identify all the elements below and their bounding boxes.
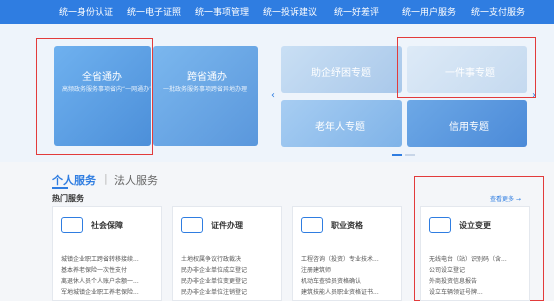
card-title: 全省通办 <box>82 72 122 83</box>
nav-evaluation[interactable]: 统一好差评 <box>334 5 379 18</box>
nav-complaint[interactable]: 统一投诉建议 <box>263 5 317 18</box>
card-subtitle: 一批政务服务事项跨省异地办理 <box>163 86 248 93</box>
carousel-indicator[interactable] <box>392 154 416 156</box>
service-link[interactable]: 无线电台（站）识别码（含... <box>429 254 507 263</box>
service-link[interactable]: 民办非企业单位成立登记 <box>181 265 247 274</box>
id-card-icon <box>181 217 203 233</box>
service-link[interactable]: 军地城镇企业职工养老保险... <box>61 287 139 296</box>
nav-identity-auth[interactable]: 统一身份认证 <box>59 5 113 18</box>
card-credit[interactable]: 信用专题 <box>407 100 527 147</box>
service-card-establish-change[interactable]: 设立变更 无线电台（站）识别码（含... 公司设立登记 外商投资信息报告 设立车… <box>420 206 530 301</box>
indicator-active[interactable] <box>392 154 402 156</box>
carousel-next-icon[interactable]: › <box>532 90 536 101</box>
card-cross-province[interactable]: 跨省通办 一批政务服务事项跨省异地办理 <box>153 46 258 146</box>
service-link[interactable]: 机动车查验员资格确认 <box>301 276 361 285</box>
nav-e-license[interactable]: 统一电子证照 <box>127 5 181 18</box>
service-link[interactable]: 建筑技能人员职业资格证书... <box>301 287 379 296</box>
card-title: 跨省通办 <box>187 72 227 83</box>
tab-personal[interactable]: 个人服务 <box>52 172 96 188</box>
service-card-social-security[interactable]: 社会保障 城镇企业职工跨省转移接续... 基本养老保险一次性支付 离退休人员个人… <box>52 206 162 301</box>
service-name: 证件办理 <box>211 221 243 230</box>
service-link[interactable]: 土地权属争议行政裁决 <box>181 254 241 263</box>
service-link[interactable]: 工程咨询（投资）专业技术... <box>301 254 379 263</box>
card-province-service[interactable]: 全省通办 高频政务服务事项省内“一网通办” <box>54 46 151 146</box>
tab-legal[interactable]: 法人服务 <box>114 172 158 188</box>
card-subtitle: 高频政务服务事项省内“一网通办” <box>62 86 151 93</box>
nav-user-service[interactable]: 统一用户服务 <box>402 5 456 18</box>
social-security-icon <box>61 217 83 233</box>
service-card-qualification[interactable]: 职业资格 工程咨询（投资）专业技术... 注册建筑师 机动车查验员资格确认 建筑… <box>292 206 402 301</box>
service-name: 社会保障 <box>91 221 123 230</box>
service-link[interactable]: 外商投资信息报告 <box>429 276 477 285</box>
document-icon <box>429 217 451 233</box>
service-link[interactable]: 民办非企业单位变更登记 <box>181 276 247 285</box>
card-title: 老年人专题 <box>315 122 365 133</box>
service-name: 设立变更 <box>459 221 491 230</box>
certificate-icon <box>301 217 323 233</box>
tab-underline <box>52 187 68 189</box>
service-link[interactable]: 城镇企业职工跨省转移接续... <box>61 254 139 263</box>
service-card-certificates[interactable]: 证件办理 土地权属争议行政裁决 民办非企业单位成立登记 民办非企业单位变更登记 … <box>172 206 282 301</box>
service-name: 职业资格 <box>331 221 363 230</box>
nav-payment-service[interactable]: 统一支付服务 <box>471 5 525 18</box>
card-elderly[interactable]: 老年人专题 <box>281 100 402 147</box>
service-link[interactable]: 民办非企业单位注销登记 <box>181 287 247 296</box>
service-link[interactable]: 离退休人员个人账户余额一... <box>61 276 139 285</box>
service-link[interactable]: 设立车辆领证号牌... <box>429 287 483 296</box>
nav-matter-management[interactable]: 统一事项管理 <box>195 5 249 18</box>
card-one-thing[interactable]: 一件事专题 <box>407 46 527 93</box>
card-title: 信用专题 <box>449 122 489 133</box>
service-link[interactable]: 公司设立登记 <box>429 265 465 274</box>
hot-services-label: 热门服务 <box>52 194 84 203</box>
card-title: 助企纾困专题 <box>311 68 371 79</box>
carousel-prev-icon[interactable]: ‹ <box>271 90 275 101</box>
top-navigation: 统一身份认证 统一电子证照 统一事项管理 统一投诉建议 统一好差评 统一用户服务… <box>0 0 554 24</box>
service-link[interactable]: 基本养老保险一次性支付 <box>61 265 127 274</box>
card-enterprise-relief[interactable]: 助企纾困专题 <box>281 46 402 93</box>
service-link[interactable]: 注册建筑师 <box>301 265 331 274</box>
indicator-inactive[interactable] <box>405 154 415 156</box>
card-title: 一件事专题 <box>445 68 495 79</box>
tab-separator: | <box>104 172 108 185</box>
view-more-link[interactable]: 查看更多 → <box>490 194 521 203</box>
